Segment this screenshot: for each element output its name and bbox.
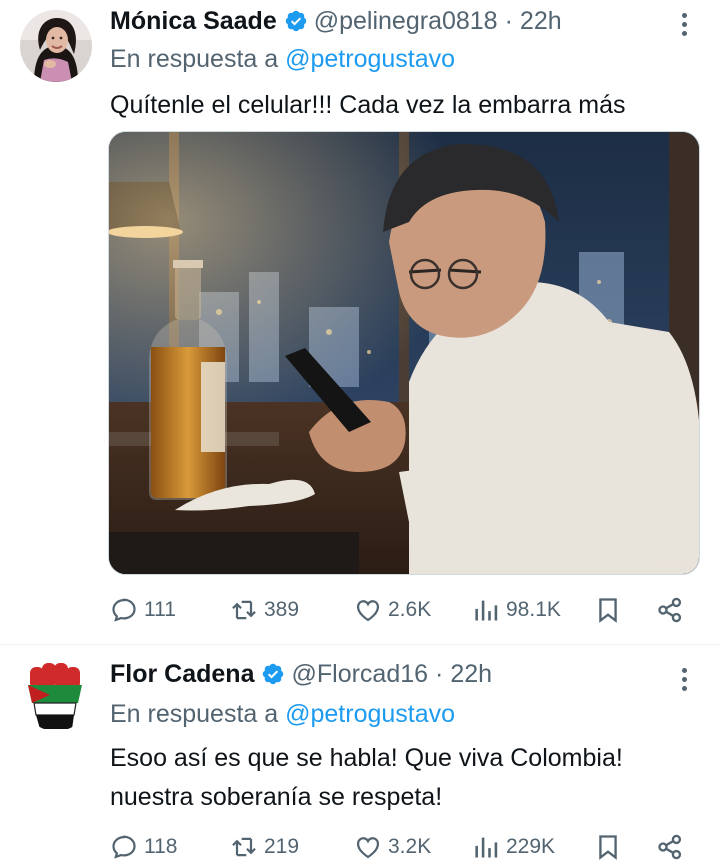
like-button[interactable]: 3.2K <box>354 827 431 867</box>
more-vertical-icon[interactable] <box>674 10 694 38</box>
reply-icon <box>112 598 136 622</box>
repost-count: 389 <box>264 598 300 621</box>
repost-icon <box>232 837 256 857</box>
share-button[interactable] <box>656 827 684 867</box>
like-button[interactable]: 2.6K <box>354 590 431 630</box>
bookmark-icon <box>599 835 617 860</box>
reply-prefix: En respuesta a <box>110 700 279 728</box>
tweet-text: Esoo así es que se habla! Que viva Colom… <box>110 739 700 817</box>
reply-button[interactable]: 111 <box>110 590 176 630</box>
share-button[interactable] <box>656 590 684 630</box>
repost-icon <box>232 600 256 620</box>
reply-mention-link[interactable]: @petrogustavo <box>285 700 455 728</box>
bookmark-button[interactable] <box>594 590 622 630</box>
author-name[interactable]: Flor Cadena <box>110 660 254 689</box>
author-handle[interactable]: @Florcad16 <box>291 660 428 689</box>
avatar[interactable] <box>20 659 92 731</box>
tweet-text-line: nuestra soberanía se respeta! <box>110 783 443 811</box>
repost-button[interactable]: 219 <box>230 827 299 867</box>
bookmark-button[interactable] <box>594 827 622 867</box>
media-watermark: GROK <box>657 561 684 571</box>
reply-button[interactable]: 118 <box>110 827 177 867</box>
tweet-actions: 111 389 2.6K 98.1K <box>108 590 688 630</box>
verified-badge-icon <box>285 10 306 32</box>
separator-dot: · <box>504 6 513 35</box>
reply-count: 111 <box>144 598 176 621</box>
separator-dot: · <box>435 659 444 688</box>
tweet-monica-saade[interactable]: Mónica Saade @pelinegra0818 · 22h En res… <box>0 0 720 644</box>
tweet-actions: 118 219 3.2K 229K <box>108 827 688 867</box>
reply-mention-link[interactable]: @petrogustavo <box>285 45 455 73</box>
repost-count: 219 <box>264 835 300 858</box>
reply-context: En respuesta a @petrogustavo <box>110 45 455 74</box>
avatar[interactable] <box>20 10 92 82</box>
verified-badge-icon <box>263 663 284 685</box>
more-vertical-icon[interactable] <box>674 665 694 693</box>
views-count: 98.1K <box>506 598 561 621</box>
like-count: 3.2K <box>388 835 432 858</box>
share-icon <box>658 597 682 623</box>
author-name[interactable]: Mónica Saade <box>110 7 277 36</box>
reply-icon <box>112 835 136 859</box>
tweet-flor-cadena[interactable]: Flor Cadena @Florcad16 · 22h En respuest… <box>0 645 720 868</box>
views-count: 229K <box>506 835 556 858</box>
reply-context: En respuesta a @petrogustavo <box>110 700 455 729</box>
svg-text:X: X <box>683 558 693 572</box>
views-chart-icon <box>475 837 498 858</box>
share-icon <box>658 834 682 860</box>
tweet-text-line: Esoo así es que se habla! Que viva Colom… <box>110 744 623 772</box>
author-handle[interactable]: @pelinegra0818 <box>314 7 498 36</box>
heart-icon <box>356 600 380 622</box>
heart-icon <box>356 837 380 859</box>
repost-button[interactable]: 389 <box>230 590 299 630</box>
views-button[interactable]: 229K <box>472 827 555 867</box>
views-chart-icon <box>475 600 498 621</box>
tweet-text: Quítenle el celular!!! Cada vez la embar… <box>110 91 626 119</box>
reply-prefix: En respuesta a <box>110 45 279 73</box>
bookmark-icon <box>599 598 617 623</box>
tweet-header: Mónica Saade @pelinegra0818 · 22h <box>110 4 670 38</box>
views-button[interactable]: 98.1K <box>472 590 561 630</box>
reply-count: 118 <box>144 835 178 858</box>
timestamp[interactable]: 22h <box>450 660 492 689</box>
tweet-header: Flor Cadena @Florcad16 · 22h <box>110 657 670 691</box>
like-count: 2.6K <box>388 598 432 621</box>
tweet-media-image[interactable]: GROK X <box>108 131 700 575</box>
timestamp[interactable]: 22h <box>520 7 562 36</box>
